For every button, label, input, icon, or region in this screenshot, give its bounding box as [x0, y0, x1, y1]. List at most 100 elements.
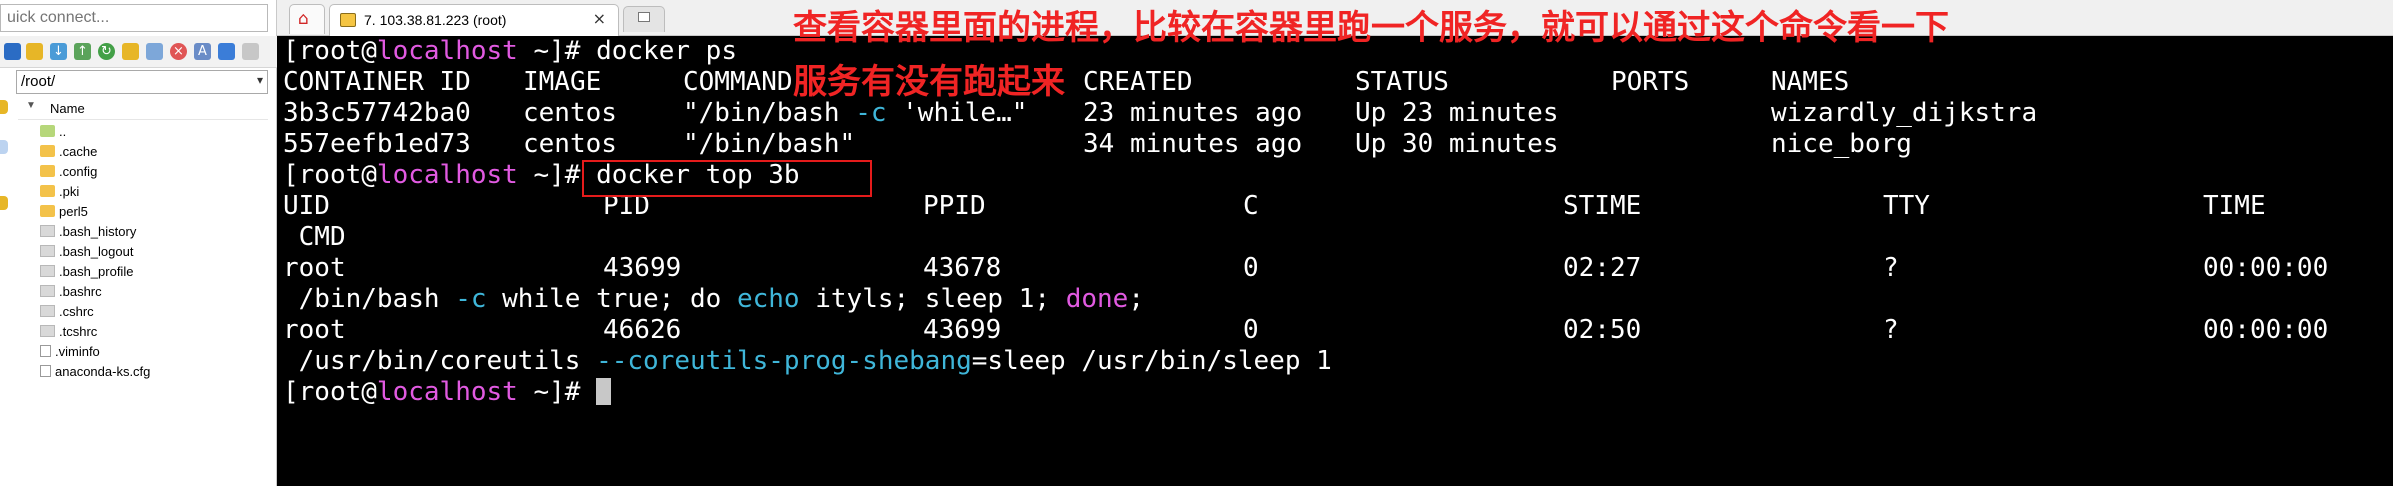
upload-icon[interactable]: ↑: [74, 43, 91, 60]
ps-header-created: CREATED: [1083, 67, 1193, 97]
tree-item[interactable]: .pki: [40, 184, 79, 204]
document-icon: [40, 345, 51, 357]
top-header-time: TIME: [2203, 191, 2266, 221]
prompt-close: ~]#: [517, 36, 597, 66]
ps-row-command: "/bin/bash -c 'while…": [683, 98, 1027, 129]
tab-session-title: 7. 103.38.81.223 (root): [364, 12, 507, 28]
terminal-line: [root@localhost ~]#: [283, 377, 612, 408]
home-tab[interactable]: ⌂: [289, 4, 325, 34]
ps-header-command: COMMAND: [683, 67, 793, 97]
file-icon: [40, 265, 55, 277]
new-file-icon[interactable]: [146, 43, 163, 60]
ps-header-ports: PORTS: [1611, 67, 1690, 97]
top-header-uid: UID: [283, 191, 330, 221]
annotation-line-2: 服务有没有跑起来: [793, 62, 1065, 102]
close-icon[interactable]: ×: [593, 9, 606, 28]
command-highlight-box: [582, 160, 872, 197]
tree-item-label: .config: [59, 164, 98, 179]
collapse-arrow-icon[interactable]: ▼: [26, 100, 36, 111]
remote-path-select[interactable]: /root/ ▾: [16, 70, 268, 94]
prompt-close: ~]#: [517, 377, 597, 407]
cmd-part: /usr/bin/coreutils: [283, 346, 597, 376]
cmd-part: ;: [1128, 284, 1144, 314]
settings-icon[interactable]: [242, 43, 259, 60]
top-row-uid: root: [283, 253, 346, 283]
folder-icon: [40, 185, 55, 197]
command-flag: -c: [855, 98, 887, 128]
command-part: 'while…": [886, 98, 1028, 128]
ps-header-status: STATUS: [1355, 67, 1449, 97]
top-header-cmd: CMD: [283, 222, 346, 252]
tree-item-label: .cache: [59, 144, 98, 159]
ps-row-id: 557eefb1ed73: [283, 129, 471, 159]
terminal-output[interactable]: [root@localhost ~]# docker ps CONTAINER …: [277, 36, 2393, 486]
folder-icon: [40, 205, 55, 217]
prompt-host: localhost: [376, 36, 518, 66]
cmd-flag: --coreutils-prog-shebang: [596, 346, 972, 376]
file-icon: [40, 305, 55, 317]
folder-icon: [40, 165, 55, 177]
open-folder-icon[interactable]: [26, 43, 43, 60]
tree-item[interactable]: ..: [40, 124, 66, 144]
new-tab-button[interactable]: [623, 6, 665, 32]
terminal-session-icon: [340, 13, 356, 27]
tree-item-label: .bash_history: [59, 224, 137, 239]
ps-header-names: NAMES: [1771, 67, 1850, 97]
rename-icon[interactable]: A: [194, 43, 211, 60]
new-folder-icon[interactable]: [122, 43, 139, 60]
top-row-time: 00:00:00: [2203, 253, 2329, 283]
ps-row-image: centos: [523, 129, 617, 159]
command-part: "/bin/bash: [683, 98, 856, 128]
top-header-c: C: [1243, 191, 1259, 221]
ps-header-image: IMAGE: [523, 67, 602, 97]
refresh-icon[interactable]: ↻: [98, 43, 115, 60]
ps-row-created: 23 minutes ago: [1083, 98, 1303, 128]
tree-item-label: .tcshrc: [59, 324, 98, 339]
tab-session[interactable]: 7. 103.38.81.223 (root) ×: [329, 4, 619, 36]
pin-icon[interactable]: [4, 43, 21, 60]
delete-icon[interactable]: ×: [170, 43, 187, 60]
top-row-time: 00:00:00: [2203, 315, 2329, 345]
top-row-stime: 02:50: [1563, 315, 1642, 345]
top-row-c: 0: [1243, 253, 1259, 283]
tree-item-label: .viminfo: [55, 344, 100, 359]
prompt-open: [root@: [283, 160, 377, 190]
file-icon: [40, 245, 55, 257]
tree-item[interactable]: .bash_logout: [40, 244, 133, 264]
tree-item[interactable]: .bash_history: [40, 224, 136, 244]
tree-item[interactable]: .cshrc: [40, 304, 94, 324]
tree-item[interactable]: anaconda-ks.cfg: [40, 364, 150, 384]
tree-item[interactable]: .cache: [40, 144, 97, 164]
sftp-toolbar: ↓ ↑ ↻ × A: [0, 36, 277, 68]
tree-item[interactable]: .tcshrc: [40, 324, 97, 344]
quick-connect-input[interactable]: [0, 4, 268, 32]
download-icon[interactable]: ↓: [50, 43, 67, 60]
folder-up-icon: [40, 125, 55, 137]
top-row-cmd: /usr/bin/coreutils --coreutils-prog-sheb…: [283, 346, 1332, 377]
top-row-tty: ?: [1883, 253, 1899, 283]
tree-item-label: .bashrc: [59, 284, 102, 299]
cmd-keyword: echo: [736, 284, 800, 314]
top-row-cmd: /bin/bash -c while true; do echo ityls; …: [283, 284, 1144, 315]
file-icon: [40, 325, 55, 337]
tree-item[interactable]: .bashrc: [40, 284, 102, 304]
properties-icon[interactable]: [218, 43, 235, 60]
tree-column-name: Name: [50, 101, 85, 116]
side-strip: [0, 100, 10, 220]
tree-item-label: .cshrc: [59, 304, 94, 319]
strip-marker-icon: [0, 100, 8, 114]
tree-header[interactable]: ▼ Name: [18, 98, 268, 120]
ps-row-image: centos: [523, 98, 617, 128]
tree-item[interactable]: perl5: [40, 204, 88, 224]
cmd-part: while true; do: [486, 284, 737, 314]
cmd-part: ityls; sleep 1;: [799, 284, 1066, 314]
top-row-uid: root: [283, 315, 346, 345]
tree-item-label: perl5: [59, 204, 88, 219]
tree-item[interactable]: .bash_profile: [40, 264, 133, 284]
annotation-line-1: 查看容器里面的进程，比较在容器里跑一个服务，就可以通过这个命令看一下: [793, 8, 1949, 48]
tree-item[interactable]: .config: [40, 164, 97, 184]
tree-item[interactable]: .viminfo: [40, 344, 100, 364]
new-tab-icon: [638, 12, 650, 22]
tree-item-label: .bash_profile: [59, 264, 134, 279]
ps-row-id: 3b3c57742ba0: [283, 98, 471, 128]
